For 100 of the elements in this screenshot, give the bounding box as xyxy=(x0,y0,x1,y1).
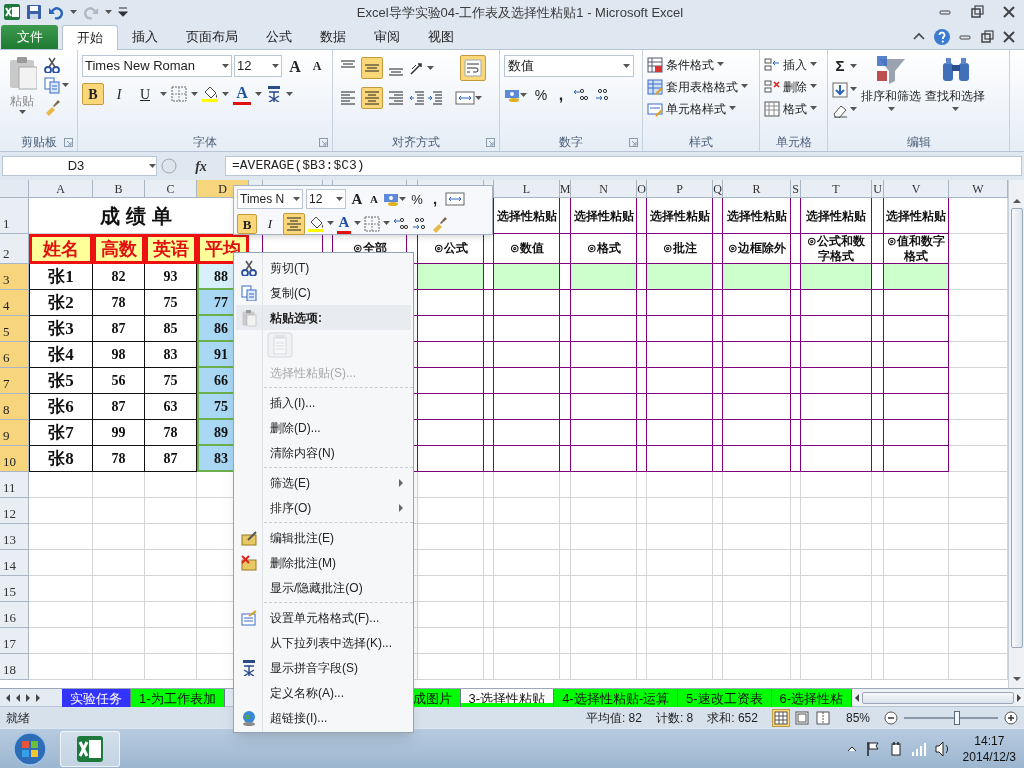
row-header[interactable]: 15 xyxy=(0,576,29,602)
column-header[interactable]: N xyxy=(571,180,637,198)
row-header[interactable]: 1 xyxy=(0,198,29,234)
format-button[interactable]: U xyxy=(134,83,156,105)
font-name-field[interactable]: Times N xyxy=(237,189,303,210)
sheet-tab[interactable]: 6-选择性粘 xyxy=(771,689,853,707)
shrink-font-button[interactable]: A xyxy=(308,55,326,77)
row-header[interactable]: 3 xyxy=(0,264,29,290)
column-header[interactable]: C xyxy=(145,180,197,198)
row-header[interactable]: 16 xyxy=(0,602,29,628)
column-header[interactable]: A xyxy=(29,180,93,198)
ribbon-command[interactable]: 查找和选择 xyxy=(925,55,985,133)
menu-item[interactable]: 筛选(E) xyxy=(236,470,411,495)
table-cell: 99 xyxy=(93,420,145,446)
ribbon-command[interactable]: 单元格样式 xyxy=(647,99,748,118)
table-cell: 56 xyxy=(93,368,145,394)
sheet-tab[interactable]: 实验任务 xyxy=(62,689,131,707)
ribbon-command[interactable]: 条件格式 xyxy=(647,55,748,74)
ribbon-command[interactable]: 格式 xyxy=(764,99,817,118)
group-label: 单元格 xyxy=(775,134,812,151)
menu-item[interactable]: 排序(O) xyxy=(236,495,411,520)
ribbon-tab[interactable]: 公式 xyxy=(252,25,306,49)
column-header[interactable]: W xyxy=(949,180,1008,198)
font-color-button[interactable]: A xyxy=(233,83,251,105)
menu-item[interactable]: 删除批注(M) xyxy=(236,550,411,575)
clock-date[interactable]: 2014/12/3 xyxy=(962,748,1016,765)
column-header[interactable]: L xyxy=(494,180,560,198)
row-header[interactable]: 5 xyxy=(0,316,29,342)
ribbon-tab[interactable]: 插入 xyxy=(118,25,172,49)
file-tab[interactable]: 文件 xyxy=(1,25,58,49)
ribbon-tab[interactable]: 视图 xyxy=(414,25,468,49)
sheet-tab[interactable]: 4-选择性粘贴-运算 xyxy=(554,689,678,707)
ribbon-tab[interactable]: 开始 xyxy=(62,25,118,50)
table-cell: 选择性粘贴 xyxy=(723,198,791,234)
table-header-cell: 姓名 xyxy=(29,234,93,264)
group-label: 数字 xyxy=(559,134,583,151)
column-header[interactable]: R xyxy=(723,180,791,198)
sheet-tab[interactable]: 1-为工作表加 xyxy=(131,689,225,707)
comma-button[interactable]: , xyxy=(428,188,442,211)
row-header[interactable]: 4 xyxy=(0,290,29,316)
ribbon-command[interactable]: 插入 xyxy=(764,55,817,74)
grow-font-button[interactable]: A xyxy=(349,188,365,211)
menu-item[interactable]: 显示/隐藏批注(O) xyxy=(236,575,411,600)
status-text: 就绪 xyxy=(6,709,30,727)
number-format-field[interactable]: 数值 xyxy=(504,55,634,77)
row-header[interactable]: 6 xyxy=(0,342,29,368)
table-cell: 87 xyxy=(93,394,145,420)
row-header[interactable]: 14 xyxy=(0,550,29,576)
menu-item[interactable]: 显示拼音字段(S) xyxy=(236,655,411,680)
paste-button[interactable]: 粘贴 xyxy=(4,55,40,133)
italic-button[interactable]: I xyxy=(260,213,280,234)
ribbon-command[interactable]: 套用表格格式 xyxy=(647,77,748,96)
row-header[interactable]: 12 xyxy=(0,498,29,524)
row-header[interactable]: 17 xyxy=(0,628,29,654)
font-size-field[interactable]: 12 xyxy=(306,189,346,210)
window-title: Excel导学实验04-工作表及选择性粘贴1 - Microsoft Excel xyxy=(355,4,685,22)
ribbon-command[interactable]: 删除 xyxy=(764,77,817,96)
name-box[interactable]: D3 xyxy=(2,156,157,176)
menu-item[interactable]: 设置单元格格式(F)... xyxy=(236,605,411,630)
row-header[interactable]: 9 xyxy=(0,420,29,446)
group-label: 对齐方式 xyxy=(392,134,440,151)
group-label: 剪贴板 xyxy=(20,134,57,151)
formula-field[interactable]: =AVERAGE($B3:$C3) xyxy=(225,156,1022,176)
ribbon-tab[interactable]: 审阅 xyxy=(360,25,414,49)
font-color-button[interactable]: A xyxy=(337,213,351,234)
comma-button[interactable]: , xyxy=(555,83,567,107)
row-header[interactable]: 8 xyxy=(0,394,29,420)
row-header[interactable]: 2 xyxy=(0,234,29,264)
row-header[interactable]: 7 xyxy=(0,368,29,394)
ribbon-tab[interactable]: 数据 xyxy=(306,25,360,49)
ribbon-command[interactable]: 排序和筛选 xyxy=(861,55,921,133)
insert-function-button[interactable]: fx xyxy=(181,155,221,177)
percent-button[interactable]: % xyxy=(533,84,549,106)
column-header[interactable]: B xyxy=(93,180,145,198)
column-header[interactable]: U xyxy=(872,180,884,198)
format-button[interactable]: B xyxy=(82,83,104,105)
menu-section-header[interactable]: 粘贴选项: xyxy=(236,305,411,330)
column-header[interactable]: V xyxy=(884,180,949,198)
shrink-font-button[interactable]: A xyxy=(368,191,380,208)
column-header[interactable]: T xyxy=(801,180,872,198)
percent-button[interactable]: % xyxy=(409,189,425,209)
ribbon-tab[interactable]: 页面布局 xyxy=(172,25,252,49)
menu-item[interactable]: 超链接(I)... xyxy=(236,705,411,730)
table-cell: 选择性粘贴 xyxy=(647,198,713,234)
format-button[interactable]: I xyxy=(108,83,130,105)
font-name-field[interactable]: Times New Roman xyxy=(82,55,232,77)
row-header[interactable]: 10 xyxy=(0,446,29,472)
menu-item[interactable]: 编辑批注(E) xyxy=(236,525,411,550)
grow-font-button[interactable]: A xyxy=(284,55,306,77)
row-header[interactable]: 13 xyxy=(0,524,29,550)
table-header-cell: 英语 xyxy=(145,234,197,264)
clock-time[interactable]: 14:17 xyxy=(974,732,1005,749)
font-size-field[interactable]: 12 xyxy=(234,55,282,77)
menu-item[interactable]: 从下拉列表中选择(K)... xyxy=(236,630,411,655)
bold-button[interactable]: B xyxy=(237,213,257,234)
sum-button[interactable]: Σ xyxy=(832,55,848,78)
row-header[interactable]: 18 xyxy=(0,654,29,680)
row-header[interactable]: 11 xyxy=(0,472,29,498)
column-header[interactable]: P xyxy=(647,180,713,198)
sheet-tab[interactable]: 5-速改工资表 xyxy=(678,689,772,707)
